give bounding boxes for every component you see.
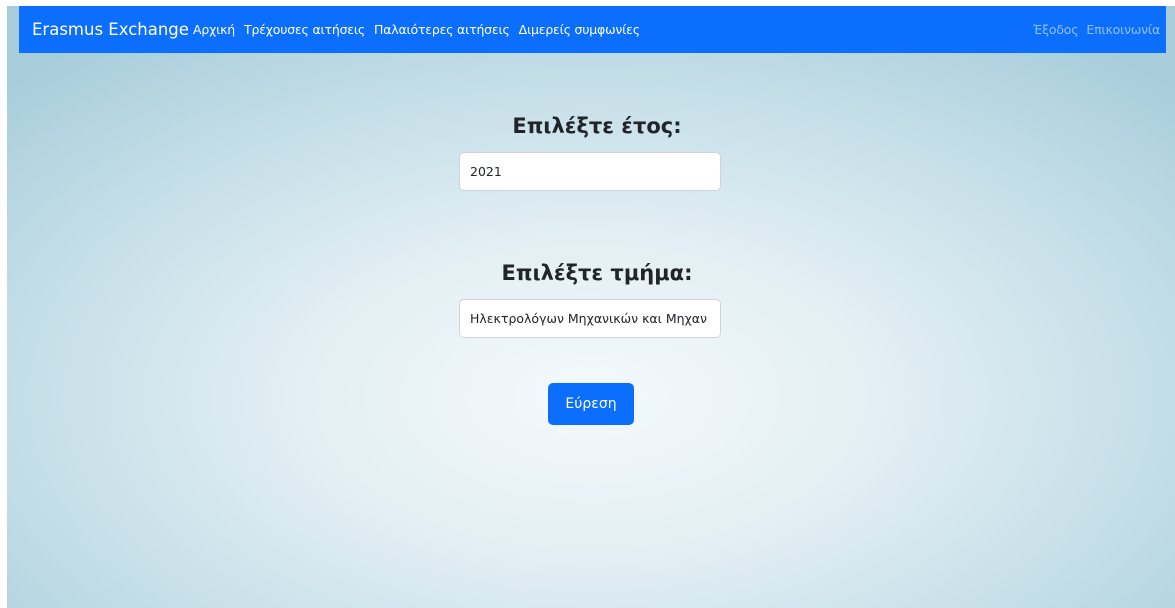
department-heading: Επιλέξτε τμήμα: [501, 261, 693, 285]
department-input[interactable] [459, 299, 721, 338]
brand-link[interactable]: Erasmus Exchange [32, 6, 189, 53]
top-navbar: Erasmus Exchange Αρχική Τρέχουσες αιτήσε… [19, 6, 1166, 53]
nav-link-contact[interactable]: Επικοινωνία [1086, 22, 1160, 37]
nav-link-home[interactable]: Αρχική [193, 22, 235, 37]
year-input[interactable] [459, 152, 721, 191]
nav-link-past-applications[interactable]: Παλαιότερες αιτήσεις [374, 22, 510, 37]
nav-links: Αρχική Τρέχουσες αιτήσεις Παλαιότερες αι… [193, 6, 649, 53]
nav-link-logout[interactable]: Έξοδος [1033, 22, 1079, 37]
nav-right-links: Έξοδος Επικοινωνία [1025, 6, 1160, 53]
nav-link-current-applications[interactable]: Τρέχουσες αιτήσεις [244, 22, 365, 37]
year-heading: Επιλέξτε έτος: [512, 114, 682, 138]
nav-link-bilateral-agreements[interactable]: Διμερείς συμφωνίες [519, 22, 640, 37]
page-background: Erasmus Exchange Αρχική Τρέχουσες αιτήσε… [7, 6, 1175, 608]
search-button[interactable]: Εύρεση [548, 383, 634, 425]
